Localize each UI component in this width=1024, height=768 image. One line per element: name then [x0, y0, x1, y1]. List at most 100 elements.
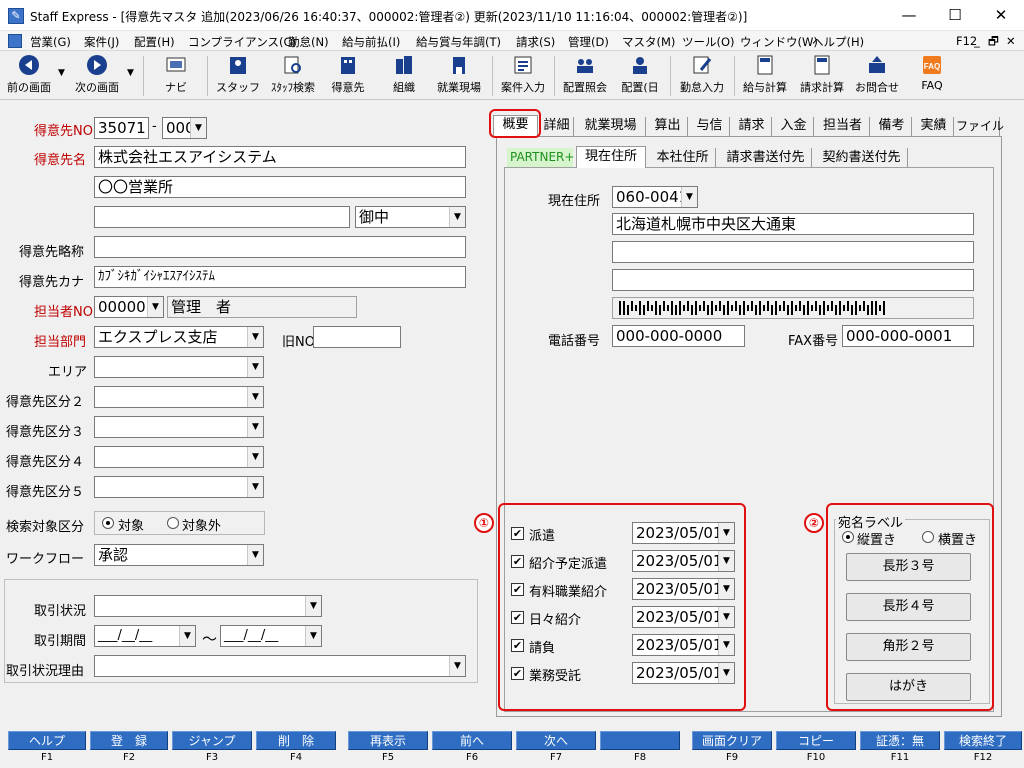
- f12-search-end-button[interactable]: 検索終了: [944, 731, 1022, 750]
- f3-jump-button[interactable]: ジャンプ: [172, 731, 252, 750]
- customer-button[interactable]: 得意先: [326, 54, 370, 95]
- f6-prev-button[interactable]: 前へ: [432, 731, 512, 750]
- menu-help[interactable]: ヘルプ(H): [812, 34, 864, 50]
- workflow-select[interactable]: 承認 ▼: [94, 544, 264, 566]
- back-dropdown-icon[interactable]: ▼: [58, 68, 65, 78]
- search-on-radio[interactable]: [102, 517, 114, 529]
- fax-input[interactable]: 000-000-0001: [842, 325, 974, 347]
- subtab-contract-address[interactable]: 契約書送付先: [816, 148, 908, 167]
- tab-notes[interactable]: 備考: [872, 117, 912, 136]
- service-checkbox-dispatch[interactable]: ✔: [511, 527, 524, 540]
- mdi-minimize-button[interactable]: _: [974, 34, 980, 48]
- menu-billing[interactable]: 請求(S): [516, 34, 555, 50]
- f5-refresh-button[interactable]: 再表示: [348, 731, 428, 750]
- tab-files[interactable]: ファイル: [956, 117, 1004, 136]
- staff-search-button[interactable]: ｽﾀｯﾌ検索: [266, 54, 320, 95]
- menu-placement[interactable]: 配置(H): [134, 34, 175, 50]
- zip-select[interactable]: 060-0041 ▼: [612, 186, 698, 208]
- f1-help-button[interactable]: ヘルプ: [8, 731, 86, 750]
- tab-detail[interactable]: 詳細: [540, 117, 574, 136]
- service-date-daily-placement[interactable]: 2023/05/01 ▼: [632, 606, 735, 628]
- job-entry-button[interactable]: 案件入力: [498, 54, 548, 95]
- close-button[interactable]: ✕: [978, 0, 1024, 31]
- faq-button[interactable]: FAQ FAQ: [910, 54, 954, 92]
- menu-advance-pay[interactable]: 給与前払(I): [342, 34, 400, 50]
- billing-calc-button[interactable]: 請求計算: [796, 54, 848, 95]
- kana-input[interactable]: ｶﾌﾞｼｷｶﾞｲｼｬｴｽｱｲｼｽﾃﾑ: [94, 266, 466, 288]
- trade-status-select[interactable]: ▼: [94, 595, 322, 617]
- horizontal-radio[interactable]: [922, 531, 934, 543]
- maximize-button[interactable]: ☐: [932, 0, 978, 31]
- navi-button[interactable]: ナビ: [154, 54, 198, 95]
- branch-select[interactable]: 000 ▼: [162, 117, 207, 139]
- menu-sales[interactable]: 営業(G): [30, 34, 71, 50]
- service-checkbox-temp-to-perm[interactable]: ✔: [511, 555, 524, 568]
- minimize-button[interactable]: —: [886, 0, 932, 31]
- vertical-radio[interactable]: [842, 531, 854, 543]
- organization-button[interactable]: 組織: [382, 54, 426, 95]
- menu-payroll[interactable]: 給与賞与年調(T): [416, 34, 501, 50]
- menu-master[interactable]: マスタ(M): [622, 34, 675, 50]
- service-checkbox-paid-placement[interactable]: ✔: [511, 583, 524, 596]
- tab-person-in-charge[interactable]: 担当者: [816, 117, 870, 136]
- subtab-invoice-address[interactable]: 請求書送付先: [720, 148, 812, 167]
- service-checkbox-daily-placement[interactable]: ✔: [511, 611, 524, 624]
- tab-payment[interactable]: 入金: [774, 117, 814, 136]
- trade-to-date[interactable]: ___/__/__ ▼: [220, 625, 322, 647]
- service-checkbox-contracting[interactable]: ✔: [511, 639, 524, 652]
- menu-compliance[interactable]: コンプライアンス(C): [188, 34, 296, 50]
- menu-jobs[interactable]: 案件(J): [84, 34, 119, 50]
- envelope-kaku2-button[interactable]: 角形２号: [846, 633, 971, 661]
- service-date-outsourcing[interactable]: 2023/05/01 ▼: [632, 662, 735, 684]
- search-off-radio[interactable]: [167, 517, 179, 529]
- subtab-current-address[interactable]: 現在住所: [576, 146, 646, 168]
- service-date-temp-to-perm[interactable]: 2023/05/01 ▼: [632, 550, 735, 572]
- service-date-paid-placement[interactable]: 2023/05/01 ▼: [632, 578, 735, 600]
- short-name-input[interactable]: [94, 236, 466, 258]
- inquiry-button[interactable]: お問合せ: [852, 54, 902, 95]
- mdi-close-button[interactable]: ✕: [1006, 34, 1016, 48]
- f7-next-button[interactable]: 次へ: [516, 731, 596, 750]
- phone-input[interactable]: 000-000-0000: [612, 325, 745, 347]
- envelope-naga3-button[interactable]: 長形３号: [846, 553, 971, 581]
- menu-attendance[interactable]: 勤怠(N): [288, 34, 329, 50]
- dept-select[interactable]: エクスプレス支店 ▼: [94, 326, 264, 348]
- f8-blank-button[interactable]: [600, 731, 680, 750]
- attendance-entry-button[interactable]: 勤怠入力: [676, 54, 728, 95]
- menu-tools[interactable]: ツール(O): [682, 34, 735, 50]
- envelope-naga4-button[interactable]: 長形４号: [846, 593, 971, 621]
- trade-reason-select[interactable]: ▼: [94, 655, 466, 677]
- postcard-button[interactable]: はがき: [846, 673, 971, 701]
- staff-button[interactable]: スタッフ: [216, 54, 260, 95]
- customer-name3-input[interactable]: [94, 206, 350, 228]
- mdi-restore-button[interactable]: 🗗: [988, 34, 999, 53]
- worksite-button[interactable]: 就業現場: [432, 54, 486, 95]
- f11-voucher-button[interactable]: 証憑：無: [860, 731, 940, 750]
- menu-window[interactable]: ウィンドウ(W): [740, 34, 818, 50]
- category2-select[interactable]: ▼: [94, 386, 264, 408]
- address-line3-input[interactable]: [612, 269, 974, 291]
- payroll-calc-button[interactable]: 給与計算: [740, 54, 790, 95]
- service-date-contracting[interactable]: 2023/05/01 ▼: [632, 634, 735, 656]
- placement-inquiry-button[interactable]: 配置照会: [560, 54, 610, 95]
- service-checkbox-outsourcing[interactable]: ✔: [511, 667, 524, 680]
- tab-worksite[interactable]: 就業現場: [576, 117, 646, 136]
- tab-calculation[interactable]: 算出: [648, 117, 688, 136]
- f9-clear-button[interactable]: 画面クリア: [692, 731, 772, 750]
- subtab-head-office-address[interactable]: 本社住所: [650, 148, 716, 167]
- forward-dropdown-icon[interactable]: ▼: [127, 68, 134, 78]
- customer-name-input[interactable]: 株式会社エスアイシステム: [94, 146, 466, 168]
- category5-select[interactable]: ▼: [94, 476, 264, 498]
- category4-select[interactable]: ▼: [94, 446, 264, 468]
- tab-billing[interactable]: 請求: [732, 117, 772, 136]
- staff-no-select[interactable]: 000001 ▼: [94, 296, 164, 318]
- area-select[interactable]: ▼: [94, 356, 264, 378]
- category3-select[interactable]: ▼: [94, 416, 264, 438]
- f2-register-button[interactable]: 登 録: [90, 731, 168, 750]
- back-button[interactable]: 前の画面: [4, 54, 54, 95]
- tab-results[interactable]: 実績: [914, 117, 954, 136]
- trade-from-date[interactable]: ___/__/__ ▼: [94, 625, 196, 647]
- f4-delete-button[interactable]: 削 除: [256, 731, 336, 750]
- address-line2-input[interactable]: [612, 241, 974, 263]
- customer-name2-input[interactable]: 〇〇営業所: [94, 176, 466, 198]
